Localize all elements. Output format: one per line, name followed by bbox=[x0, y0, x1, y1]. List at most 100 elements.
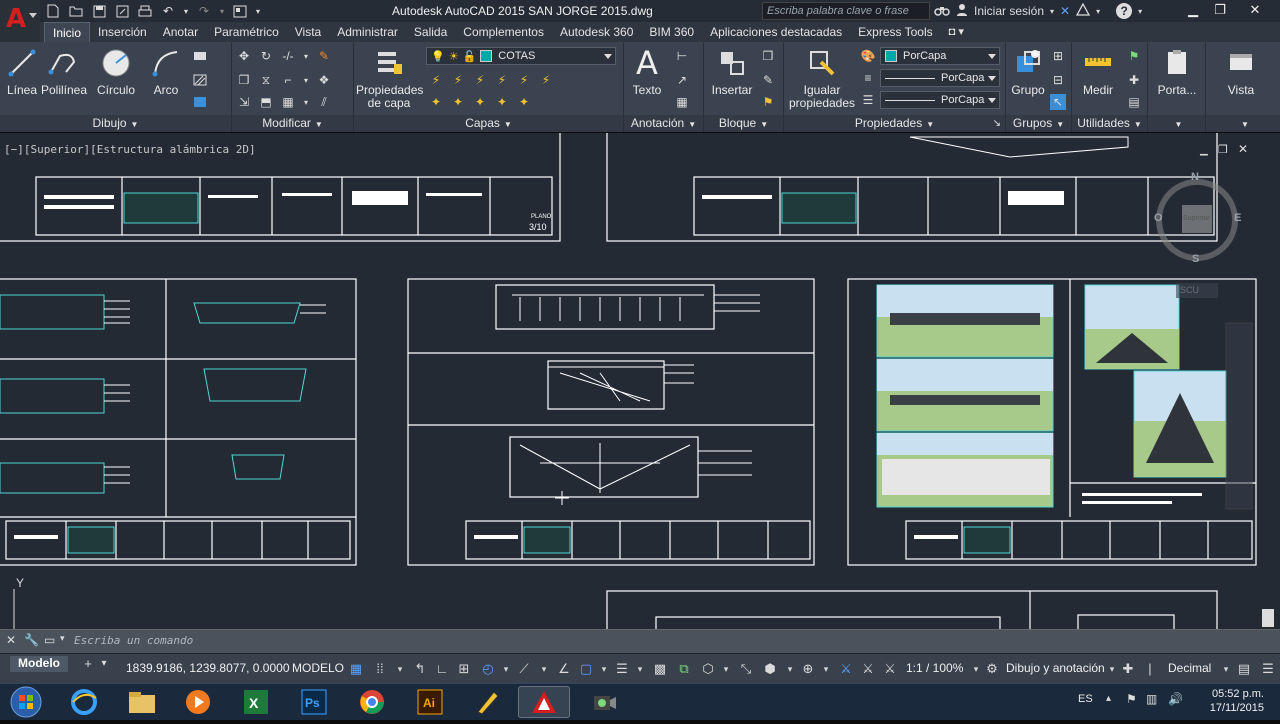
rotate-icon[interactable]: ↻ bbox=[258, 48, 274, 64]
text-button[interactable]: A Texto bbox=[628, 46, 666, 97]
layer-dropdown[interactable]: 💡 ☀ 🔓 COTAS bbox=[426, 47, 616, 65]
exchange-apps-icon[interactable]: ✕ bbox=[1060, 4, 1070, 18]
login-link[interactable]: Iniciar sesión bbox=[974, 4, 1044, 18]
properties-launcher-icon[interactable]: ↘ bbox=[993, 115, 1001, 132]
tab-bim-360[interactable]: BIM 360 bbox=[641, 22, 702, 42]
taskbar-clock[interactable]: 05:52 p.m. 17/11/2015 bbox=[1196, 687, 1264, 715]
maximize-button[interactable]: ❐ bbox=[1207, 0, 1233, 20]
panel-bloque-title[interactable]: Bloque ▼ bbox=[704, 115, 783, 132]
object-snap-tracking-icon[interactable]: ∠ bbox=[556, 661, 572, 677]
binoculars-icon[interactable] bbox=[934, 4, 950, 19]
command-history-icon[interactable]: ▭ bbox=[44, 633, 55, 647]
minimize-button[interactable]: ▁ bbox=[1180, 0, 1206, 20]
redo-dropdown-icon[interactable]: ▾ bbox=[218, 3, 226, 20]
ungroup-icon[interactable]: ⊞ bbox=[1050, 48, 1066, 64]
layer-tool-icon[interactable]: ✦ bbox=[428, 94, 444, 110]
taskbar-photoshop-icon[interactable]: Ps bbox=[288, 686, 340, 718]
action-center-icon[interactable]: ⚑ bbox=[1126, 692, 1137, 706]
panel-porta-title[interactable]: ▼ bbox=[1148, 115, 1205, 132]
panel-anotacion-title[interactable]: Anotación ▼ bbox=[624, 115, 703, 132]
3d-osnap-dropdown-icon[interactable]: ▾ bbox=[718, 661, 734, 677]
close-window-button[interactable]: ✕ bbox=[1234, 0, 1276, 20]
qat-more-icon[interactable]: ▾ bbox=[254, 3, 262, 20]
ribbon-minimize-toggle[interactable]: ◘ ▾ bbox=[941, 22, 972, 42]
taskbar-pen-tool-icon[interactable] bbox=[462, 686, 514, 718]
command-close-icon[interactable]: ✕ bbox=[6, 633, 16, 647]
color-dropdown[interactable]: PorCapa bbox=[880, 47, 1000, 65]
viewport-restore-icon[interactable]: ❐ bbox=[1218, 143, 1228, 156]
save-as-icon[interactable] bbox=[113, 3, 131, 20]
taskbar-file-explorer-icon[interactable] bbox=[116, 686, 168, 718]
viewcube-west[interactable]: O bbox=[1154, 212, 1163, 224]
search-input[interactable]: Escriba palabra clave o frase bbox=[762, 2, 930, 20]
units-dropdown-icon[interactable]: ▾ bbox=[1218, 661, 1234, 677]
tab-insercion[interactable]: Inserción bbox=[90, 22, 155, 42]
group-edit-icon[interactable]: ⊟ bbox=[1050, 72, 1066, 88]
panel-grupos-title[interactable]: Grupos ▼ bbox=[1006, 115, 1071, 132]
viewcube-north[interactable]: N bbox=[1191, 171, 1199, 183]
coordinates-readout[interactable]: 1839.9186, 1239.8077, 0.0000 bbox=[126, 661, 290, 675]
layout-tab-model[interactable]: Modelo bbox=[10, 656, 68, 672]
undo-dropdown-icon[interactable]: ▾ bbox=[182, 3, 190, 20]
array-dropdown-icon[interactable]: ▾ bbox=[302, 94, 310, 110]
layer-properties-button[interactable]: Propiedades de capa bbox=[356, 46, 423, 110]
customization-icon[interactable]: ☰ bbox=[1260, 661, 1276, 677]
plot-icon[interactable] bbox=[136, 3, 154, 20]
id-point-icon[interactable]: ✚ bbox=[1126, 72, 1142, 88]
gizmo-dropdown-icon[interactable]: ▾ bbox=[818, 661, 834, 677]
match-properties-button[interactable]: Igualar propiedades bbox=[786, 46, 858, 110]
wcs-menu[interactable]: SCU bbox=[1176, 283, 1218, 298]
lineweight-toggle-icon[interactable]: ☰ bbox=[614, 661, 630, 677]
workspace-icon[interactable] bbox=[231, 3, 249, 20]
annotation-visibility-icon[interactable]: ⚔ bbox=[838, 661, 854, 677]
annotation-scale-value[interactable]: 1:1 / 100% bbox=[906, 661, 963, 675]
trim-icon[interactable]: -/- bbox=[280, 48, 296, 64]
tab-complementos[interactable]: Complementos bbox=[455, 22, 552, 42]
layer-tool-icon[interactable]: ⚡ bbox=[494, 72, 510, 88]
layer-tool-icon[interactable]: ⚡ bbox=[428, 72, 444, 88]
selection-cycling-icon[interactable]: ⧉ bbox=[676, 661, 692, 677]
group-button[interactable]: Grupo bbox=[1008, 46, 1048, 97]
transparency-icon[interactable]: ▩ bbox=[652, 661, 668, 677]
tab-aplicaciones-destacadas[interactable]: Aplicaciones destacadas bbox=[702, 22, 850, 42]
taskbar-media-player-icon[interactable] bbox=[172, 686, 224, 718]
open-file-icon[interactable] bbox=[67, 3, 85, 20]
undo-icon[interactable]: ↶ bbox=[159, 3, 177, 20]
command-input[interactable]: Escriba un comando bbox=[74, 634, 674, 647]
fillet-icon[interactable]: ⌐ bbox=[280, 72, 296, 88]
region-tool[interactable] bbox=[192, 94, 208, 110]
stay-connected-icon[interactable] bbox=[1076, 2, 1091, 19]
measure-button[interactable]: Medir bbox=[1076, 46, 1120, 97]
add-layout-icon[interactable]: + bbox=[80, 656, 96, 672]
workspace-switch[interactable]: Dibujo y anotación bbox=[1006, 661, 1105, 675]
units-value[interactable]: Decimal bbox=[1168, 661, 1211, 675]
offset-icon[interactable]: ⫽ bbox=[316, 94, 332, 110]
object-snap-dropdown-icon[interactable]: ▾ bbox=[596, 661, 612, 677]
table-icon[interactable]: ▦ bbox=[674, 94, 690, 110]
taskbar-camtasia-icon[interactable] bbox=[578, 686, 630, 718]
taskbar-internet-explorer-icon[interactable] bbox=[58, 686, 110, 718]
trim-dropdown-icon[interactable]: ▾ bbox=[302, 48, 310, 64]
grid-icon[interactable]: ▦ bbox=[348, 661, 364, 677]
model-space-button[interactable]: MODELO bbox=[292, 661, 344, 675]
arc-button[interactable]: Arco bbox=[146, 46, 186, 97]
infer-constraints-icon[interactable]: ↰ bbox=[412, 661, 428, 677]
tab-anotar[interactable]: Anotar bbox=[155, 22, 206, 42]
linetype-dropdown[interactable]: PorCapa bbox=[880, 69, 1000, 87]
3d-osnap-icon[interactable]: ⬡ bbox=[700, 661, 716, 677]
clipboard-button[interactable]: Porta... bbox=[1152, 46, 1202, 97]
snap-icon[interactable]: ⁞⁞ bbox=[372, 661, 388, 677]
layer-tool-icon[interactable]: ⚡ bbox=[450, 72, 466, 88]
panel-modificar-title[interactable]: Modificar ▼ bbox=[232, 115, 353, 132]
viewcube-south[interactable]: S bbox=[1192, 253, 1199, 265]
rectangle-tool[interactable] bbox=[192, 48, 208, 64]
tab-autodesk-360[interactable]: Autodesk 360 bbox=[552, 22, 641, 42]
polyline-button[interactable]: Polilínea bbox=[40, 46, 88, 97]
workspace-dropdown-icon[interactable]: ▾ bbox=[1104, 661, 1120, 677]
scale-dropdown-icon[interactable]: ▾ bbox=[968, 661, 984, 677]
network-icon[interactable]: ▥ bbox=[1146, 692, 1157, 706]
explode-icon[interactable]: ❖ bbox=[316, 72, 332, 88]
taskbar-chrome-icon[interactable] bbox=[346, 686, 398, 718]
tab-express-tools[interactable]: Express Tools bbox=[850, 22, 940, 42]
isodraft-icon[interactable]: ⟋ bbox=[516, 661, 532, 677]
